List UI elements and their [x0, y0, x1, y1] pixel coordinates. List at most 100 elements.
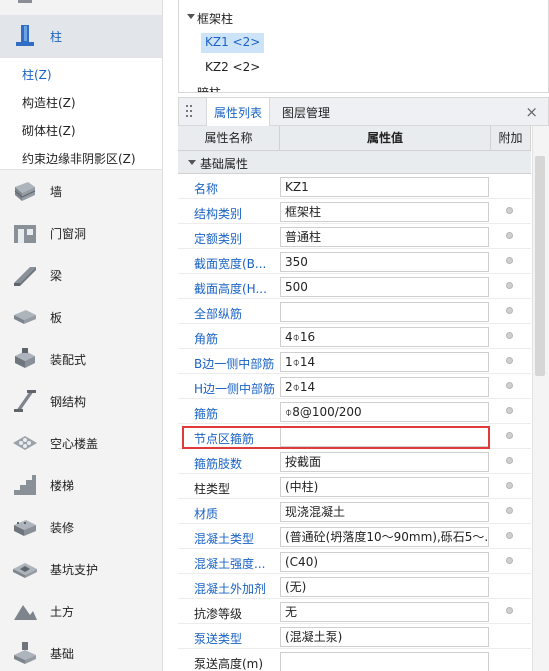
- property-name: 泵送类型: [194, 632, 243, 646]
- drag-handle-icon[interactable]: [186, 105, 192, 119]
- decoration-icon: [12, 515, 38, 539]
- property-row[interactable]: 角筋 4⌽16: [178, 324, 531, 349]
- door-window-icon: [12, 221, 38, 245]
- header-extra: 附加: [491, 126, 531, 151]
- extra-radio-icon[interactable]: [506, 307, 513, 314]
- extra-radio-icon[interactable]: [506, 357, 513, 364]
- property-row[interactable]: 混凝土外加剂 (无): [178, 574, 531, 599]
- extra-radio-icon[interactable]: [506, 332, 513, 339]
- tree-group-hidden-column[interactable]: 暗柱: [197, 84, 221, 92]
- property-value-field[interactable]: [280, 652, 489, 671]
- property-row[interactable]: 节点区箍筋: [178, 424, 531, 449]
- extra-radio-icon[interactable]: [506, 457, 513, 464]
- property-value-field[interactable]: 无: [280, 602, 489, 622]
- collapse-arrow-icon[interactable]: [188, 160, 196, 165]
- submenu-item-edge-nonshadow[interactable]: 约束边缘非阴影区(Z): [22, 150, 136, 167]
- nav-item-foundation[interactable]: 基础: [0, 632, 162, 671]
- nav-item-column[interactable]: 柱: [0, 15, 162, 57]
- extra-radio-icon[interactable]: [506, 407, 513, 414]
- property-value-field[interactable]: 普通柱: [280, 227, 489, 247]
- extra-radio-icon[interactable]: [506, 482, 513, 489]
- nav-item-cut[interactable]: [0, 0, 162, 16]
- property-row[interactable]: 混凝土强度... (C40): [178, 549, 531, 574]
- property-value-field[interactable]: (普通砼(坍落度10～90mm),砾石5～...: [280, 527, 489, 547]
- submenu-item-column[interactable]: 柱(Z): [22, 66, 52, 83]
- property-row[interactable]: 柱类型 (中柱): [178, 474, 531, 499]
- property-value-field[interactable]: (C40): [280, 552, 489, 572]
- property-row[interactable]: 混凝土类型 (普通砼(坍落度10～90mm),砾石5～...: [178, 524, 531, 549]
- property-row[interactable]: 箍筋 ⌽8@100/200: [178, 399, 531, 424]
- nav-item-label: 空心楼盖: [50, 437, 99, 451]
- nav-item-foundation-pit[interactable]: 基坑支护: [0, 548, 162, 590]
- property-value-field[interactable]: (中柱): [280, 477, 489, 497]
- property-row[interactable]: 截面高度(H... 500: [178, 274, 531, 299]
- foundation-icon: [12, 641, 38, 665]
- tree-item-kz1[interactable]: KZ1 <2>: [201, 33, 265, 53]
- close-icon[interactable]: ×: [525, 103, 538, 121]
- nav-item-steel[interactable]: 钢结构: [0, 380, 162, 422]
- extra-radio-icon[interactable]: [506, 232, 513, 239]
- slab-icon: [12, 305, 38, 329]
- property-row[interactable]: 全部纵筋: [178, 299, 531, 324]
- extra-radio-icon[interactable]: [506, 607, 513, 614]
- property-panel: 框架柱 KZ1 <2> KZ2 <2> 暗柱 属性列表 图层管理 × 属性名称 …: [178, 0, 549, 671]
- extra-radio-icon[interactable]: [506, 507, 513, 514]
- nav-item-wall[interactable]: 墙: [0, 170, 162, 212]
- beam-icon: [12, 263, 38, 287]
- nav-item-label: 钢结构: [50, 395, 87, 409]
- property-row[interactable]: 泵送高度(m): [178, 649, 531, 671]
- nav-item-beam[interactable]: 梁: [0, 254, 162, 296]
- nav-item-decoration[interactable]: 装修: [0, 506, 162, 548]
- property-value-field[interactable]: (混凝土泵): [280, 627, 489, 647]
- nav-item-hollow-floor[interactable]: 空心楼盖: [0, 422, 162, 464]
- nav-item-stairs[interactable]: 楼梯: [0, 464, 162, 506]
- tab-layer-management[interactable]: 图层管理: [275, 98, 337, 126]
- property-row[interactable]: 定额类别 普通柱: [178, 224, 531, 249]
- extra-radio-icon[interactable]: [506, 257, 513, 264]
- extra-radio-icon[interactable]: [506, 557, 513, 564]
- extra-radio-icon[interactable]: [506, 282, 513, 289]
- expand-arrow-icon[interactable]: [187, 14, 195, 19]
- property-value-field[interactable]: 框架柱: [280, 202, 489, 222]
- property-value-field[interactable]: 现浇混凝土: [280, 502, 489, 522]
- property-row[interactable]: 抗渗等级 无: [178, 599, 531, 624]
- property-value-field[interactable]: 1⌽14: [280, 352, 489, 372]
- tab-property-list[interactable]: 属性列表: [206, 98, 271, 127]
- tree-group-frame-column[interactable]: 框架柱: [197, 10, 233, 27]
- extra-radio-icon[interactable]: [506, 207, 513, 214]
- property-value-field[interactable]: 按截面: [280, 452, 489, 472]
- property-row[interactable]: B边一侧中部筋 1⌽14: [178, 349, 531, 374]
- nav-item-slab[interactable]: 板: [0, 296, 162, 338]
- scrollbar-thumb[interactable]: [535, 156, 545, 376]
- extra-radio-icon[interactable]: [506, 532, 513, 539]
- submenu-item-masonry-column[interactable]: 砌体柱(Z): [22, 122, 76, 139]
- nav-item-earthwork[interactable]: 土方: [0, 590, 162, 632]
- nav-item-door-window[interactable]: 门窗洞: [0, 212, 162, 254]
- property-value-field[interactable]: 500: [280, 277, 489, 297]
- nav-item-label: 柱: [50, 30, 63, 44]
- property-value-field[interactable]: (无): [280, 577, 489, 597]
- property-row[interactable]: 截面宽度(B... 350: [178, 249, 531, 274]
- submenu-item-constructional-column[interactable]: 构造柱(Z): [22, 94, 76, 111]
- extra-radio-icon[interactable]: [506, 382, 513, 389]
- property-row[interactable]: 箍筋肢数 按截面: [178, 449, 531, 474]
- nav-item-prefab[interactable]: 装配式: [0, 338, 162, 380]
- property-row[interactable]: 泵送类型 (混凝土泵): [178, 624, 531, 649]
- group-basic-properties[interactable]: 基础属性: [178, 151, 531, 174]
- column-icon: [12, 24, 38, 48]
- property-row[interactable]: 结构类别 框架柱: [178, 199, 531, 224]
- property-value-field[interactable]: ⌽8@100/200: [280, 402, 489, 422]
- extra-radio-icon[interactable]: [506, 432, 513, 439]
- prefab-icon: [12, 347, 38, 371]
- property-value-field[interactable]: 2⌽14: [280, 377, 489, 397]
- nav-item-label: 装配式: [50, 353, 87, 367]
- tree-item-kz2[interactable]: KZ2 <2>: [201, 58, 264, 78]
- property-value-field[interactable]: KZ1: [280, 177, 489, 197]
- property-row[interactable]: 材质 现浇混凝土: [178, 499, 531, 524]
- property-value-field[interactable]: 4⌽16: [280, 327, 489, 347]
- property-value-field[interactable]: [280, 302, 489, 322]
- property-row[interactable]: H边一侧中部筋 2⌽14: [178, 374, 531, 399]
- property-value-field[interactable]: 350: [280, 252, 489, 272]
- property-value-field[interactable]: [280, 427, 489, 447]
- property-row[interactable]: 名称 KZ1: [178, 174, 531, 199]
